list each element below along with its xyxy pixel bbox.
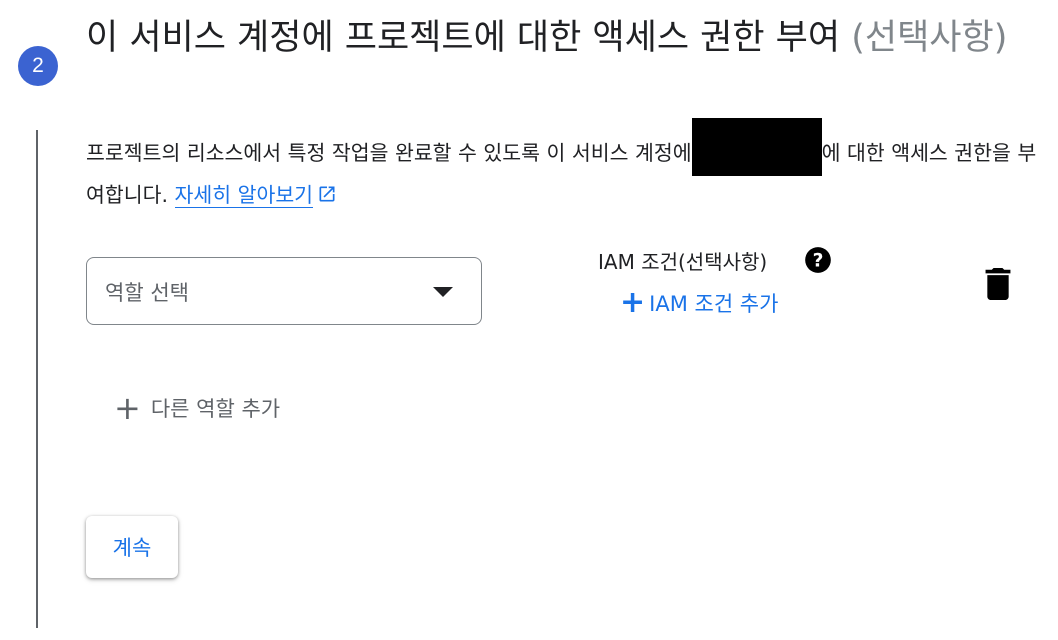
step-connector-line	[36, 130, 38, 628]
plus-icon: +	[620, 285, 646, 320]
title-text: 이 서비스 계정에 프로젝트에 대한 액세스 권한 부여	[86, 18, 841, 58]
add-another-role-button[interactable]: + 다른 역할 추가	[114, 392, 280, 424]
page-title: 이 서비스 계정에 프로젝트에 대한 액세스 권한 부여 (선택사항)	[86, 12, 1036, 64]
external-link-icon	[319, 186, 335, 202]
svg-text:?: ?	[813, 250, 824, 271]
step-number: 2	[32, 54, 44, 77]
learn-more-link[interactable]: 자세히 알아보기	[174, 183, 314, 208]
step-number-badge: 2	[18, 46, 58, 86]
add-iam-condition-button[interactable]: + IAM 조건 추가	[620, 288, 778, 318]
role-select-placeholder: 역할 선택	[105, 281, 189, 305]
add-another-role-label: 다른 역할 추가	[150, 397, 281, 421]
redacted-account-name	[691, 118, 822, 176]
learn-more-label: 자세히 알아보기	[174, 183, 314, 207]
description-text-before: 프로젝트의 리소스에서 특정 작업을 완료할 수 있도록 이 서비스 계정에	[86, 141, 692, 165]
plus-icon: +	[114, 389, 141, 427]
description: 프로젝트의 리소스에서 특정 작업을 완료할 수 있도록 이 서비스 계정에 에 …	[86, 118, 1046, 214]
trash-icon[interactable]	[984, 268, 1012, 300]
role-select-dropdown[interactable]: 역할 선택	[86, 257, 482, 325]
iam-condition-label: IAM 조건(선택사항)	[598, 250, 768, 274]
help-icon[interactable]: ?	[804, 246, 832, 274]
continue-button[interactable]: 계속	[86, 516, 178, 578]
title-optional: (선택사항)	[851, 18, 1008, 58]
caret-down-icon	[433, 287, 453, 297]
add-iam-condition-label: IAM 조건 추가	[649, 292, 779, 316]
